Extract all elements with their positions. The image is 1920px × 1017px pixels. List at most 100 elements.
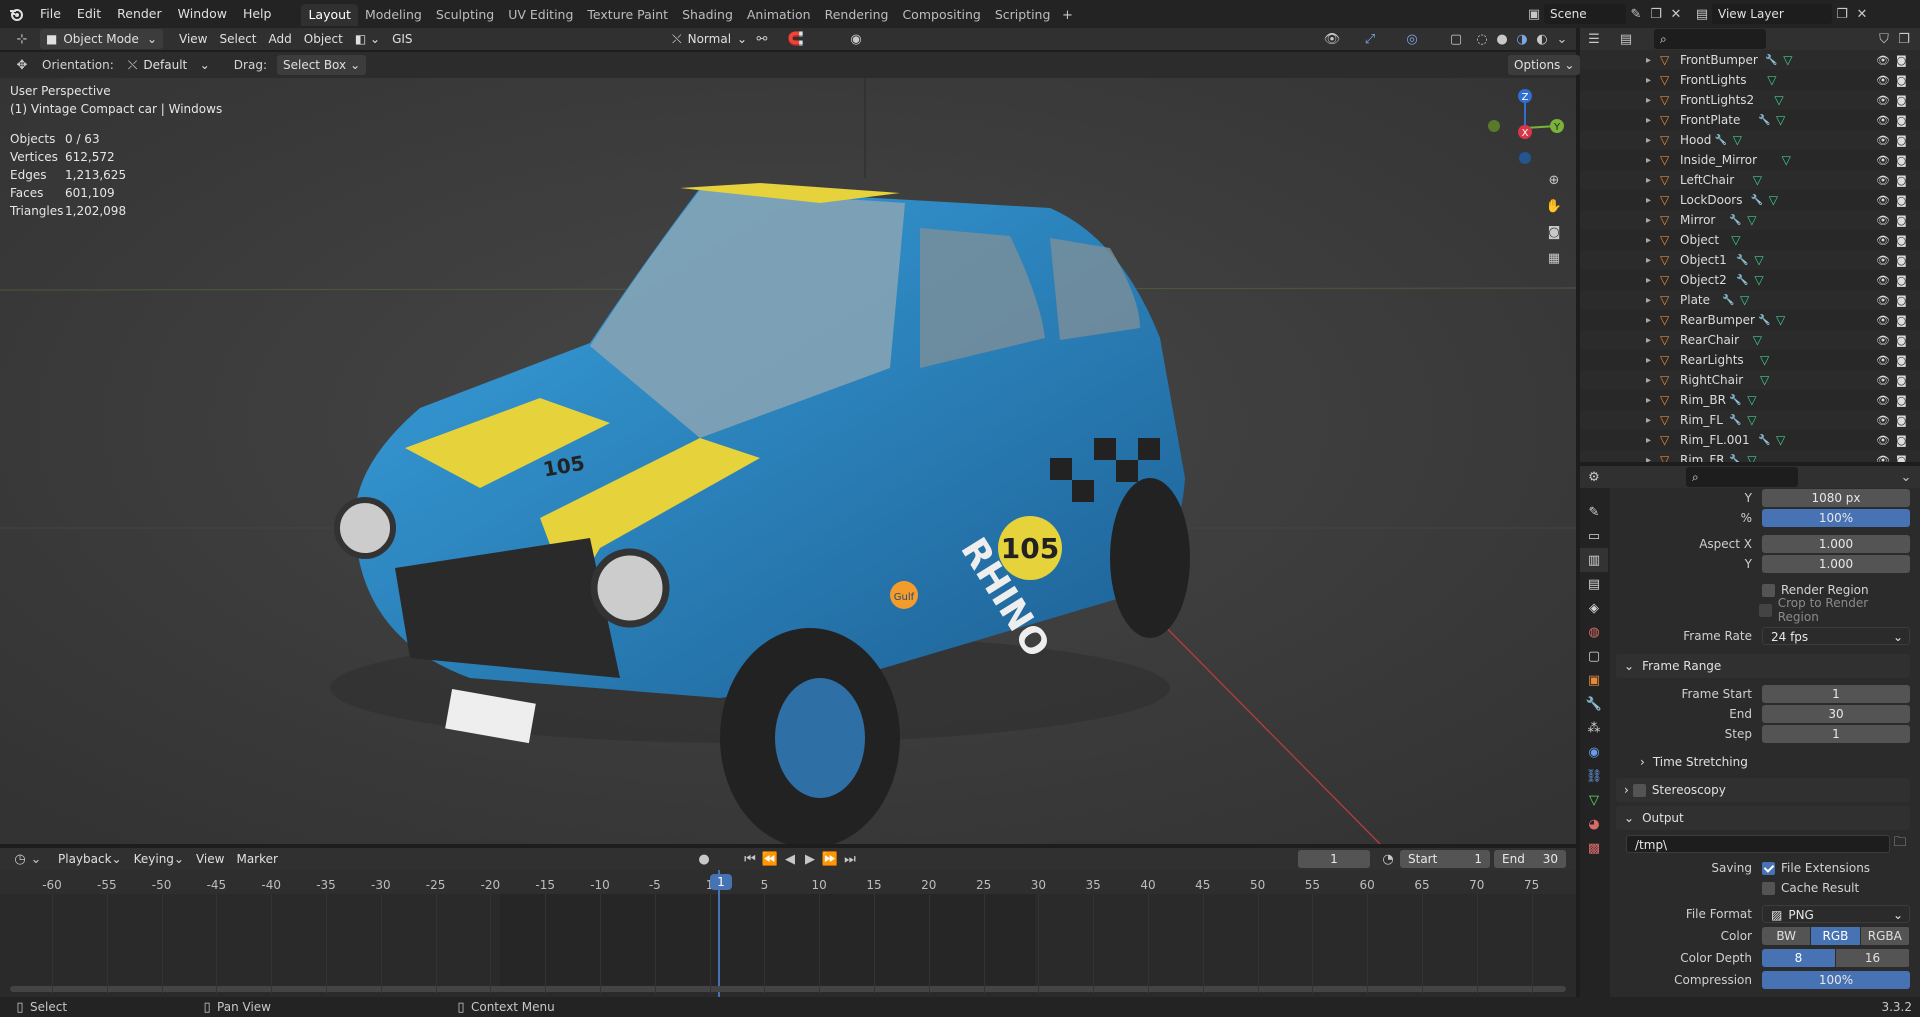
- camera-icon[interactable]: ◙: [1896, 114, 1907, 127]
- frame-step-field[interactable]: 1: [1762, 725, 1910, 743]
- solid-shading-icon[interactable]: ●: [1492, 29, 1512, 49]
- outliner-item[interactable]: ▸ ▽ FrontBumper 🔧 ▽ 👁 ◙: [1580, 50, 1920, 70]
- outliner-item[interactable]: ▸ ▽ Object1 🔧 ▽ 👁 ◙: [1580, 250, 1920, 270]
- eye-icon[interactable]: 👁: [1876, 134, 1890, 147]
- editor-type-icon[interactable]: ⊹: [12, 29, 32, 49]
- object-tab-icon[interactable]: ▣: [1580, 668, 1608, 692]
- eye-icon[interactable]: 👁: [1876, 234, 1890, 247]
- file-format-selector[interactable]: ▨ PNG ⌄: [1762, 905, 1910, 923]
- eye-icon[interactable]: 👁: [1876, 314, 1890, 327]
- frame-start-field[interactable]: 1: [1762, 685, 1910, 703]
- record-icon[interactable]: ●: [694, 849, 714, 869]
- expand-arrow-icon[interactable]: ▸: [1646, 435, 1651, 446]
- eye-icon[interactable]: 👁: [1876, 274, 1890, 287]
- color-mode-rgb[interactable]: RGB: [1811, 927, 1861, 945]
- tab-animation[interactable]: Animation: [740, 4, 818, 26]
- frame-end-field[interactable]: 30: [1762, 705, 1910, 723]
- crop-region-checkbox[interactable]: Crop to Render Region: [1759, 596, 1910, 624]
- compression-field[interactable]: 100%: [1762, 971, 1910, 989]
- expand-arrow-icon[interactable]: ▸: [1646, 55, 1651, 66]
- outliner-item[interactable]: ▸ ▽ Rim_FR 🔧 ▽ 👁 ◙: [1580, 450, 1920, 462]
- eye-icon[interactable]: 👁: [1876, 114, 1890, 127]
- expand-arrow-icon[interactable]: ▸: [1646, 75, 1651, 86]
- outliner-item[interactable]: ▸ ▽ Mirror 🔧 ▽ 👁 ◙: [1580, 210, 1920, 230]
- camera-icon[interactable]: ◙: [1896, 134, 1907, 147]
- render-region-checkbox[interactable]: Render Region: [1762, 583, 1869, 597]
- camera-icon[interactable]: ◙: [1896, 74, 1907, 87]
- outliner-item[interactable]: ▸ ▽ RearChair ▽ 👁 ◙: [1580, 330, 1920, 350]
- camera-icon[interactable]: ◙: [1896, 154, 1907, 167]
- current-frame-field[interactable]: 1: [1298, 850, 1370, 868]
- navigation-gizmo[interactable]: Z Y X: [1485, 88, 1565, 168]
- scene-tab-icon[interactable]: ◈: [1580, 596, 1608, 620]
- camera-icon[interactable]: ◙: [1896, 254, 1907, 267]
- new-collection-icon[interactable]: ❐: [1894, 29, 1914, 49]
- expand-arrow-icon[interactable]: ▸: [1646, 375, 1651, 386]
- grid-icon[interactable]: ▦: [1544, 248, 1564, 268]
- outliner-item[interactable]: ▸ ▽ Rim_FL.001 🔧 ▽ 👁 ◙: [1580, 430, 1920, 450]
- folder-icon[interactable]: 🗀: [1890, 834, 1910, 854]
- color-depth-16[interactable]: 16: [1836, 949, 1910, 967]
- timeline-menu-playback[interactable]: Playback ⌄: [52, 849, 128, 869]
- editor-type-icon[interactable]: ☰: [1584, 29, 1604, 49]
- camera-icon[interactable]: ◙: [1896, 374, 1907, 387]
- close-icon[interactable]: ✕: [1666, 4, 1686, 24]
- camera-icon[interactable]: ◙: [1896, 434, 1907, 447]
- timeline-scrollbar[interactable]: [10, 986, 1566, 992]
- expand-arrow-icon[interactable]: ▸: [1646, 115, 1651, 126]
- expand-arrow-icon[interactable]: ▸: [1646, 295, 1651, 306]
- expand-arrow-icon[interactable]: ▸: [1646, 95, 1651, 106]
- view-layer-tab-icon[interactable]: ▤: [1580, 572, 1608, 596]
- camera-icon[interactable]: ◙: [1896, 334, 1907, 347]
- tab-modeling[interactable]: Modeling: [358, 4, 429, 26]
- camera-icon[interactable]: ◙: [1896, 94, 1907, 107]
- physics-tab-icon[interactable]: ◉: [1580, 740, 1608, 764]
- jump-end-icon[interactable]: ⏭: [840, 849, 860, 869]
- eye-icon[interactable]: 👁: [1876, 74, 1890, 87]
- clock-icon[interactable]: ◔: [1378, 849, 1398, 869]
- file-extensions-checkbox[interactable]: File Extensions: [1762, 861, 1870, 875]
- camera-icon[interactable]: ◙: [1896, 274, 1907, 287]
- output-tab-icon[interactable]: ▥: [1580, 548, 1608, 572]
- new-scene-icon[interactable]: ❐: [1646, 4, 1666, 24]
- particles-tab-icon[interactable]: ⁂: [1580, 716, 1608, 740]
- render-tab-icon[interactable]: ▭: [1580, 524, 1608, 548]
- camera-icon[interactable]: ◙: [1544, 222, 1564, 242]
- viewport-menu-object[interactable]: Object: [298, 29, 349, 49]
- tab-texture-paint[interactable]: Texture Paint: [580, 4, 675, 26]
- expand-arrow-icon[interactable]: ▸: [1646, 275, 1651, 286]
- outliner-item[interactable]: ▸ ▽ LockDoors 🔧 ▽ 👁 ◙: [1580, 190, 1920, 210]
- viewport-menu-select[interactable]: Select: [213, 29, 262, 49]
- output-path-field[interactable]: /tmp\: [1626, 835, 1890, 853]
- outliner-item[interactable]: ▸ ▽ FrontLights2 ▽ 👁 ◙: [1580, 90, 1920, 110]
- resolution-percent-field[interactable]: 100%: [1762, 509, 1910, 527]
- play-reverse-icon[interactable]: ◀: [780, 849, 800, 869]
- pivot-icon[interactable]: ⚯: [752, 29, 772, 49]
- timeline-ruler[interactable]: -60-55-50-45-40-35-30-25-20-15-10-515101…: [0, 870, 1576, 894]
- editor-type-icon[interactable]: ◷: [10, 849, 30, 869]
- expand-arrow-icon[interactable]: ▸: [1646, 455, 1651, 463]
- color-mode-rgba[interactable]: RGBA: [1860, 927, 1910, 945]
- gis-menu[interactable]: GIS: [386, 29, 418, 49]
- pin-icon[interactable]: ✎: [1626, 4, 1646, 24]
- eye-icon[interactable]: 👁: [1876, 174, 1890, 187]
- camera-icon[interactable]: ◙: [1896, 174, 1907, 187]
- menu-edit[interactable]: Edit: [69, 0, 109, 28]
- camera-icon[interactable]: ◙: [1896, 394, 1907, 407]
- time-stretching-section[interactable]: › Time Stretching: [1632, 750, 1910, 774]
- editor-type-icon[interactable]: ⚙: [1584, 467, 1604, 487]
- camera-icon[interactable]: ◙: [1896, 294, 1907, 307]
- stereoscopy-checkbox[interactable]: [1632, 783, 1646, 797]
- material-tab-icon[interactable]: ◕: [1580, 812, 1608, 836]
- display-mode-icon[interactable]: ▤: [1616, 29, 1636, 49]
- menu-render[interactable]: Render: [109, 0, 170, 28]
- eye-icon[interactable]: 👁: [1876, 374, 1890, 387]
- tab-layout[interactable]: Layout: [301, 4, 358, 26]
- transform-orientation-selector[interactable]: ⤬ Normal ⌄: [666, 29, 753, 49]
- aspect-x-field[interactable]: 1.000: [1762, 535, 1910, 553]
- zoom-icon[interactable]: ⊕: [1544, 170, 1564, 190]
- camera-icon[interactable]: ◙: [1896, 354, 1907, 367]
- outliner-item[interactable]: ▸ ▽ Rim_FL 🔧 ▽ 👁 ◙: [1580, 410, 1920, 430]
- collection-tab-icon[interactable]: ▢: [1580, 644, 1608, 668]
- pan-hand-icon[interactable]: ✋: [1544, 196, 1564, 216]
